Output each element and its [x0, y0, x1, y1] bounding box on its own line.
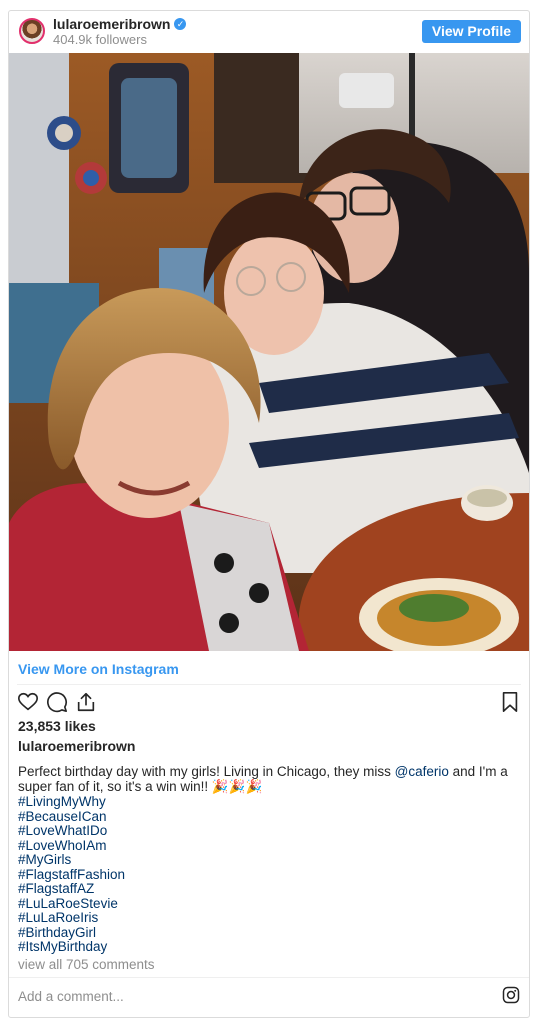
post-photo[interactable] — [9, 53, 529, 651]
hashtag-list: #LivingMyWhy #BecauseICan #LoveWhatIDo #… — [18, 794, 125, 955]
post-caption: Perfect birthday day with my girls! Livi… — [18, 764, 524, 794]
follower-count: 404.9k followers — [53, 32, 147, 47]
view-more-on-instagram-link[interactable]: View More on Instagram — [18, 661, 179, 677]
instagram-icon[interactable] — [502, 986, 520, 1004]
comment-icon[interactable] — [46, 691, 68, 713]
caption-mention-link[interactable]: @caferio — [395, 764, 449, 779]
hashtag-link[interactable]: #BirthdayGirl — [18, 925, 125, 941]
likes-count[interactable]: 23,853 likes — [18, 718, 96, 734]
bookmark-icon[interactable] — [499, 691, 521, 713]
caption-text: Perfect birthday day with my girls! Livi… — [18, 764, 395, 779]
hashtag-link[interactable]: #LoveWhatIDo — [18, 823, 125, 839]
avatar[interactable] — [19, 18, 45, 44]
hashtag-link[interactable]: #LoveWhoIAm — [18, 838, 125, 854]
hashtag-link[interactable]: #ItsMyBirthday — [18, 939, 125, 955]
hashtag-link[interactable]: #LuLaRoeIris — [18, 910, 125, 926]
hashtag-link[interactable]: #FlagstaffFashion — [18, 867, 125, 883]
divider — [17, 684, 521, 685]
username-row: lularoemeribrown ✓ — [53, 16, 187, 32]
verified-badge-icon: ✓ — [174, 18, 187, 30]
instagram-embed-card: lularoemeribrown ✓ 404.9k followers View… — [8, 10, 530, 1018]
selfie-photo — [9, 53, 529, 651]
share-icon[interactable] — [75, 691, 97, 713]
divider — [9, 977, 529, 978]
hashtag-link[interactable]: #LuLaRoeStevie — [18, 896, 125, 912]
add-comment-field[interactable]: Add a comment... — [18, 989, 124, 1004]
post-owner-username[interactable]: lularoemeribrown — [18, 738, 135, 754]
hashtag-link[interactable]: #FlagstaffAZ — [18, 881, 125, 897]
hashtag-link[interactable]: #BecauseICan — [18, 809, 125, 825]
view-all-comments-link[interactable]: view all 705 comments — [18, 957, 155, 972]
view-profile-button[interactable]: View Profile — [421, 20, 521, 43]
heart-icon[interactable] — [17, 691, 39, 713]
username[interactable]: lularoemeribrown — [53, 16, 170, 32]
hashtag-link[interactable]: #LivingMyWhy — [18, 794, 125, 810]
hashtag-link[interactable]: #MyGirls — [18, 852, 125, 868]
action-bar — [17, 691, 521, 715]
post-header: lularoemeribrown ✓ 404.9k followers View… — [9, 11, 529, 53]
